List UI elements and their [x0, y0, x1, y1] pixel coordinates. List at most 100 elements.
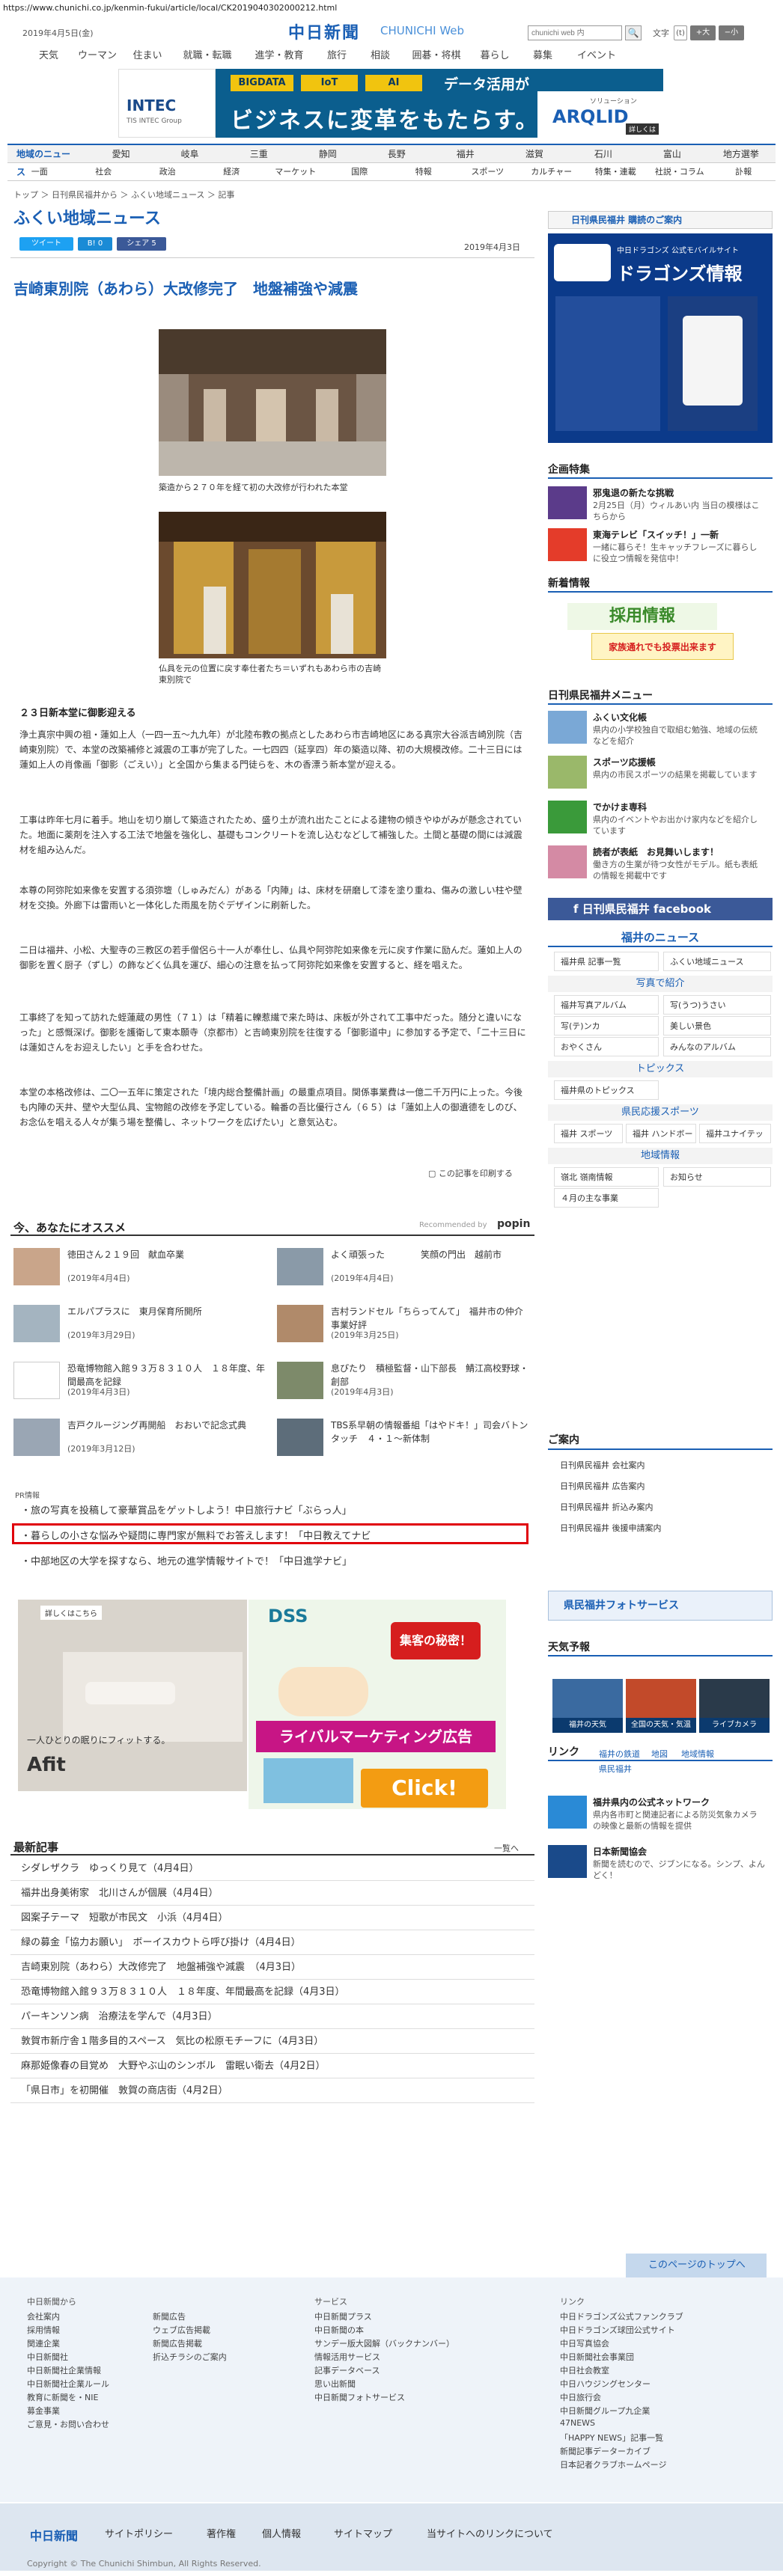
- recommend-item[interactable]: 恐竜博物館入館９３万８３１０人 １８年度、年間最高を記録 (2019年4月3日): [13, 1362, 268, 1404]
- footer-link[interactable]: 募金事業: [27, 2405, 60, 2417]
- region-nav-item[interactable]: 石川: [569, 145, 638, 162]
- saiyo-banner[interactable]: 採用情報: [567, 603, 717, 630]
- category-nav-item[interactable]: 社説・コラム: [648, 163, 712, 180]
- footer-link[interactable]: 記事データベース: [314, 2364, 380, 2376]
- weather-tile[interactable]: 福井の天気: [552, 1679, 623, 1733]
- category-nav-item[interactable]: 政治: [135, 163, 200, 180]
- gnav-item[interactable]: 進学・教育: [243, 46, 315, 66]
- afit-badge[interactable]: 詳しくはこちら: [40, 1606, 102, 1620]
- latest-item[interactable]: 恐竜博物館入館９３万８３１０人 １８年度、年間最高を記録（4月3日）: [10, 1980, 534, 2004]
- menu-item[interactable]: でかけま専科 県内のイベントやお出かけ家内などを紹介しています: [548, 801, 773, 839]
- goannai-link[interactable]: 日刊県民福井 広告案内: [554, 1477, 771, 1496]
- fukui-link[interactable]: 福井 スポーツ: [554, 1124, 623, 1143]
- gnav-item[interactable]: 囲碁・将棋: [402, 46, 471, 66]
- latest-item[interactable]: 吉崎東別院（あわら）大改修完了 地盤補強や減震 （4月3日）: [10, 1956, 534, 1980]
- address-bar[interactable]: https://www.chunichi.co.jp/kenmin-fukui/…: [0, 0, 783, 16]
- facebook-share-button[interactable]: シェア 5: [117, 237, 166, 251]
- footer-link[interactable]: 教育に新聞を・NIE: [27, 2391, 98, 2403]
- hatena-button[interactable]: B! 0: [78, 237, 112, 251]
- footer-link[interactable]: 中日新聞社会事業団: [560, 2351, 634, 2363]
- subscribe-link[interactable]: 日刊県民福井 購読のご案内: [548, 211, 773, 229]
- kikaku-item[interactable]: 東海テレビ「スイッチ！」一新 一緒に暮らそ！生キャッチフレーズに暮らしに役立つ情…: [548, 528, 773, 566]
- footer-link[interactable]: 中日ハウジングセンター: [560, 2378, 651, 2390]
- footer-link[interactable]: 採用情報: [27, 2324, 60, 2336]
- latest-item[interactable]: 図案子テーマ 短歌が市民文 小浜（4月4日）: [10, 1906, 534, 1930]
- region-nav-item[interactable]: 福井: [431, 145, 500, 162]
- side-link[interactable]: 福井の鉄道: [599, 1748, 640, 1760]
- footer-link[interactable]: 中日新聞グループ九企業: [560, 2405, 650, 2417]
- pr-link[interactable]: ・中部地区の大学を探すなら、地元の進学情報サイトで！「中日進学ナビ」: [21, 1553, 352, 1567]
- recommend-item[interactable]: 吉戸クルージング再開船 おおいで記念式典 (2019年3月12日): [13, 1419, 268, 1460]
- footer-bar-link[interactable]: 個人情報: [262, 2526, 301, 2540]
- gnav-item[interactable]: 募集: [519, 46, 567, 66]
- category-nav-item[interactable]: 国際: [328, 163, 392, 180]
- footer-link[interactable]: 「HAPPY NEWS」記事一覧: [560, 2432, 663, 2444]
- pr-link[interactable]: ・旅の写真を投稿して豪華賞品をゲットしよう！中日旅行ナビ「ぶらっ人」: [21, 1502, 352, 1517]
- footer-bar-link[interactable]: サイトマップ: [334, 2526, 392, 2540]
- goannai-link[interactable]: 日刊県民福井 会社案内: [554, 1456, 771, 1475]
- latest-item[interactable]: 福井出身美術家 北川さんが個展（4月4日）: [10, 1882, 534, 1906]
- gnav-item[interactable]: イベント: [567, 46, 627, 66]
- recommend-item[interactable]: よく頑張った 笑顔の門出 越前市 (2019年4月4日): [277, 1248, 531, 1290]
- dss-click-button[interactable]: Click!: [361, 1769, 488, 1808]
- kikaku-item[interactable]: 邪鬼退の新たな挑戦 2月25日（月）ウィルあい内 当日の模様はこちらから: [548, 486, 773, 524]
- side-link[interactable]: 地域情報: [681, 1748, 714, 1760]
- gnav-item[interactable]: 住まい: [124, 46, 171, 66]
- footer-link[interactable]: 思い出新聞: [314, 2378, 356, 2390]
- footer-link[interactable]: サンデー版大図解（バックナンバー）: [314, 2337, 454, 2349]
- weather-tile[interactable]: ライブカメラ: [699, 1679, 770, 1733]
- region-nav-item[interactable]: 地方選挙: [707, 145, 776, 162]
- fukui-link[interactable]: 福井写真アルバム: [554, 995, 659, 1015]
- category-nav-item[interactable]: 一面: [7, 163, 72, 180]
- top-banner-ad[interactable]: INTEC TIS INTEC Group BIGDATA IoT AI データ…: [118, 69, 663, 138]
- fukui-link[interactable]: 写(うつ)うさい: [663, 995, 771, 1015]
- fukui-link[interactable]: 写(テ)ンカ: [554, 1016, 659, 1035]
- site-logo[interactable]: 中日新聞: [288, 19, 360, 43]
- fukui-link[interactable]: お知らせ: [663, 1167, 771, 1187]
- vote-banner[interactable]: 家族通れでも投票出来ます: [591, 633, 734, 660]
- footer-link[interactable]: 中日旅行会: [560, 2391, 601, 2403]
- banner-more-link[interactable]: 詳しくは: [625, 123, 659, 135]
- breadcrumb[interactable]: トップ ＞ 日刊県民福井から ＞ ふくい地域ニュース ＞ 記事: [13, 189, 234, 201]
- footer-link[interactable]: ご意見・お問い合わせ: [27, 2418, 109, 2430]
- footer-link[interactable]: 中日ドラゴンズ公式ファンクラブ: [560, 2310, 683, 2322]
- recommend-item[interactable]: エルパプラスに 東月保育所開所 (2019年3月29日): [13, 1305, 268, 1347]
- weather-tile[interactable]: 全国の天気・気温: [626, 1679, 696, 1733]
- photo-service-banner[interactable]: 県民福井フォトサービス: [548, 1591, 773, 1621]
- recommend-item[interactable]: 吉村ランドセル「ちらってんて」 福井市の仲介事業好評 (2019年3月25日): [277, 1305, 531, 1347]
- fukui-link[interactable]: 福井県のトピックス: [554, 1080, 659, 1100]
- category-nav-item[interactable]: マーケット: [263, 163, 328, 180]
- link-item[interactable]: 日本新聞協会 新聞を読むので、ジブンになる。シンプ、よんどく！: [548, 1845, 773, 1885]
- gnav-item[interactable]: 就職・転職: [171, 46, 243, 66]
- region-nav-item[interactable]: 三重: [225, 145, 293, 162]
- side-link[interactable]: 地図: [651, 1748, 668, 1760]
- footer-link[interactable]: 中日社会教室: [560, 2364, 609, 2376]
- dss-ad[interactable]: DSS 集客の秘密！ ライバルマーケティング広告 Click!: [249, 1600, 506, 1809]
- fukui-link[interactable]: ４月の主な事業: [554, 1188, 659, 1208]
- goannai-link[interactable]: 日刊県民福井 折込み案内: [554, 1498, 771, 1517]
- footer-link[interactable]: 折込チラシのご案内: [153, 2351, 227, 2363]
- menu-item[interactable]: 読者が表紙 お見舞いします！ 働き方の生業が待つ女性がモデル。紙も表紙の情報を掲…: [548, 845, 773, 884]
- recommend-item[interactable]: TBS系早朝の情報番組「はやドキ！」司会バトンタッチ ４・１〜新体制: [277, 1419, 531, 1460]
- gnav-item[interactable]: 相談: [359, 46, 402, 66]
- latest-item[interactable]: シダレザクラ ゆっくり見て（4月4日）: [10, 1857, 534, 1881]
- footer-link[interactable]: 新聞広告掲載: [153, 2337, 202, 2349]
- category-nav-item[interactable]: 社会: [72, 163, 136, 180]
- footer-link[interactable]: 中日新聞フォトサービス: [314, 2391, 405, 2403]
- footer-link[interactable]: 中日新聞プラス: [314, 2310, 372, 2322]
- tweet-button[interactable]: ツイート: [19, 237, 73, 251]
- gnav-item[interactable]: 天気: [26, 46, 71, 66]
- footer-link[interactable]: 会社案内: [27, 2310, 60, 2322]
- fukui-link[interactable]: おやくさん: [554, 1037, 659, 1056]
- pr-link[interactable]: ・暮らしの小さな悩みや疑問に専門家が無料でお答えします！「中日教えてナビ: [21, 1528, 371, 1542]
- category-nav-item[interactable]: スポーツ: [456, 163, 520, 180]
- region-nav-item[interactable]: 滋賀: [500, 145, 569, 162]
- fukui-link[interactable]: 福井県 記事一覧: [554, 952, 659, 971]
- fontsize-large-button[interactable]: +大: [690, 25, 716, 40]
- popin-logo[interactable]: popin: [497, 1218, 530, 1230]
- recommend-item[interactable]: 徳田さん２１９回 献血卒業 (2019年4月4日): [13, 1248, 268, 1290]
- fukui-link[interactable]: みんなのアルバム: [663, 1037, 771, 1056]
- footer-link[interactable]: 新聞広告: [153, 2310, 186, 2322]
- footer-logo[interactable]: 中日新聞: [30, 2526, 78, 2544]
- latest-item[interactable]: 緑の募金「協力お願い」 ボーイスカウトら呼び掛け（4月4日）: [10, 1931, 534, 1955]
